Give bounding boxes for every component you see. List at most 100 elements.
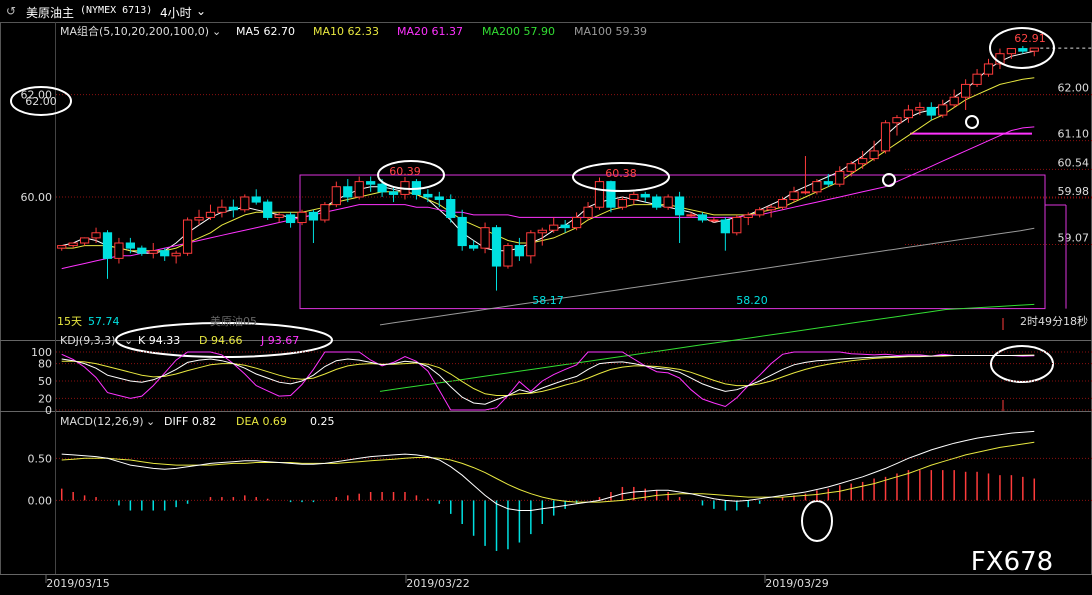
kdj-line-k [61,354,1035,405]
candle-body [732,216,742,234]
candle-body [652,196,662,208]
candle-body [560,224,570,229]
candle-body [91,232,101,239]
candle-body [537,229,547,234]
candle-body [880,122,891,152]
candle-body [983,63,994,75]
candle-body [823,181,833,185]
candle-body [674,196,685,216]
candle-body [1006,48,1017,55]
chevron-down-icon: ⌄ [146,415,155,428]
candle-body [926,106,936,116]
date-axis-label: 2019/03/15 [46,577,109,590]
candle-body [1029,47,1039,52]
candle-body [949,96,959,106]
kdj-legend-title: KDJ(9,3,3) [60,334,116,347]
highlight-circle [965,115,979,129]
candle-body [457,216,467,247]
macd-legend-item: DEA 0.69 [236,415,287,428]
range-box [299,174,1046,310]
candle-body [114,242,124,259]
candle-body [972,73,982,85]
candle-body [263,201,273,218]
candle-body [194,216,204,221]
kdj-axis-tick-label: 50 [38,375,52,388]
candle-body [160,250,170,257]
ma-legend-item: MA5 62.70 [236,25,295,38]
ma-line-ma5 [61,50,1035,254]
candle-body [480,227,490,249]
candle-body [434,196,444,201]
candle-body [331,186,341,206]
candle-body [858,158,868,165]
chevron-down-icon: ⌄ [124,334,133,347]
candle-body [583,206,593,218]
macd-axis-tick-label: 0.50 [28,452,53,465]
macd-axis-tick-label: 0.00 [28,494,53,507]
highlight-circle [882,173,896,187]
candle-body [320,204,330,221]
range-low-label: 58.17 [532,294,564,307]
low-price-label: 57.74 [88,315,120,328]
candle-body [343,186,353,198]
candle-body [251,196,261,203]
candle-body [297,211,307,224]
ma-line-ma100 [379,227,1035,326]
candle-body [549,224,559,231]
countdown-label: 2时49分18秒 [1020,314,1088,328]
level-label: 59.98 [1058,185,1090,198]
candle-body [594,181,605,208]
candle-body [606,181,616,208]
last-price-label: 62.91 [1014,32,1046,45]
date-axis-label: 2019/03/22 [406,577,469,590]
candle-body [354,181,364,198]
candle-body [709,219,719,222]
candle-body [800,191,811,194]
ma-legend-item: MA10 62.33 [313,25,379,38]
candle-body [526,232,536,257]
chart-canvas: 62.00 60.00 62.00 61.10 60.54 59.98 59.07 62.91… [0,22,1092,590]
candle-body [777,199,788,208]
ma-legend-item: MA20 61.37 [397,25,463,38]
ma-line-ma10 [61,77,1035,252]
candle-body [469,245,479,249]
chevron-down-icon: ⌄ [212,25,221,38]
candle-body [915,106,925,111]
candle-body [812,181,822,193]
kdj-line-d [61,354,1035,396]
candle-body [491,227,502,267]
candle-body [57,245,67,249]
candle-body [79,237,90,244]
candle-body [869,150,879,160]
level-label: 59.07 [1058,232,1090,245]
candle-body [366,181,376,185]
highlight-ellipse [801,500,833,542]
level-label: 61.10 [1058,128,1090,141]
candle-body [892,117,902,124]
candle-body [388,191,399,195]
ma-legend-item: MA200 57.90 [482,25,555,38]
candle-body [217,206,227,213]
kdj-legend-item: J 93.67 [260,334,299,347]
kdj-axis-tick-label: 80 [38,358,52,371]
candle-body [377,183,387,193]
candle-body [274,214,284,218]
candle-body [503,245,513,267]
candle-body [766,206,776,211]
level-label: 62.00 [1058,82,1090,95]
candle-body [571,216,582,229]
candle-body [171,252,181,257]
kdj-legend-item: D 94.66 [199,334,242,347]
candle-body [514,245,525,257]
annotation-label: 62.00 [25,95,57,108]
range-low-label: 58.20 [736,294,768,307]
brand-watermark: FX678 [971,547,1053,577]
candle-body [228,206,238,211]
candle-body [1018,48,1028,52]
kdj-axis-tick-label: 0 [45,404,52,417]
ma-legend-item: MA100 59.39 [574,25,647,38]
candle-body [182,219,193,254]
candle-body [938,104,948,116]
candle-body [617,199,627,208]
date-axis-label: 2019/03/29 [765,577,828,590]
